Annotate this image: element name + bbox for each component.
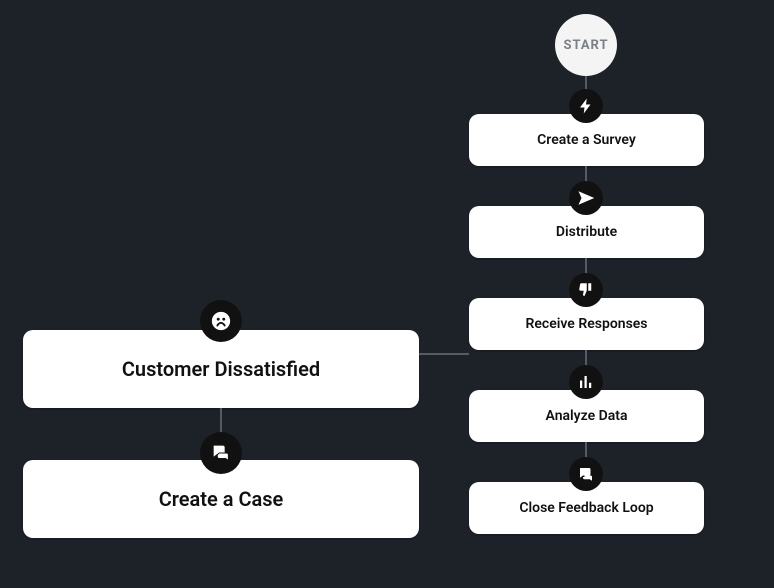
start-node: START	[555, 14, 617, 76]
paper-plane-icon	[569, 181, 603, 215]
flow-diagram: START Create a Survey Distribute Receive…	[0, 0, 774, 588]
bar-chart-icon	[569, 365, 603, 399]
bolt-icon	[569, 89, 603, 123]
connectors	[0, 0, 774, 588]
start-label: START	[563, 38, 608, 53]
chat-icon	[200, 432, 242, 474]
thumbs-down-icon	[569, 273, 603, 307]
frown-icon	[200, 300, 242, 342]
comments-icon	[569, 457, 603, 491]
